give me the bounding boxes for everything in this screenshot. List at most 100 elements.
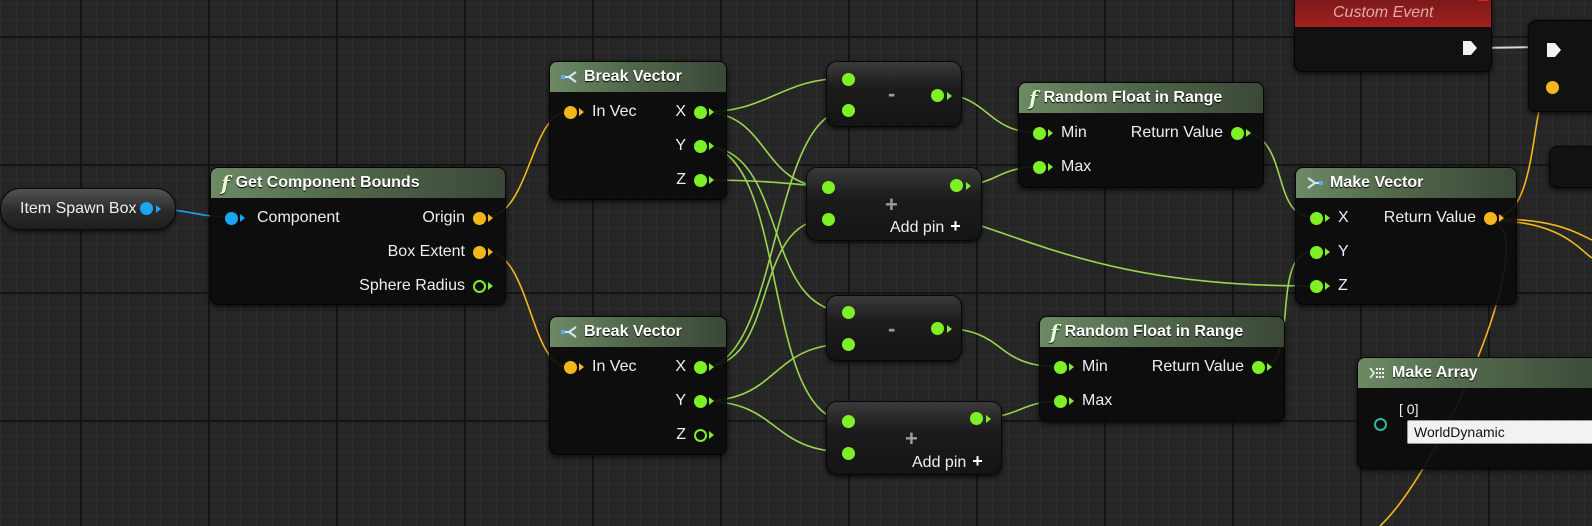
add-top-output-arrow — [966, 182, 971, 190]
make-vector-y-pin[interactable] — [1310, 245, 1323, 259]
add-bottom-node[interactable]: + Add pin + — [826, 401, 1002, 475]
add-top-input-b-pin[interactable] — [822, 213, 835, 226]
break-bottom-y-pin[interactable] — [694, 394, 707, 408]
break-top-x-pin[interactable] — [694, 105, 707, 119]
add-top-node[interactable]: + Add pin + — [806, 167, 982, 241]
break-bottom-z-pin[interactable] — [694, 428, 707, 442]
make-vector-x-arrow — [1325, 214, 1330, 222]
break-bottom-z[interactable]: Z — [676, 426, 714, 444]
component-input[interactable]: Component — [225, 209, 340, 227]
random-bottom-min[interactable]: Min — [1054, 358, 1108, 376]
random-top-return-pin[interactable] — [1231, 126, 1244, 140]
add-top-output-pin[interactable] — [950, 179, 963, 192]
random-float-top-header[interactable]: f Random Float in Range — [1019, 83, 1263, 113]
break-top-x-label: X — [675, 103, 686, 120]
box-extent-output[interactable]: Box Extent — [388, 243, 493, 261]
add-top-input-a-pin[interactable] — [822, 181, 835, 194]
make-array-index-label: [ 0] — [1399, 401, 1419, 417]
random-bottom-min-arrow — [1069, 363, 1074, 371]
offscreen-node-top-right[interactable] — [1528, 20, 1592, 112]
subtract-bottom-input-b-pin[interactable] — [842, 338, 855, 351]
subtract-top-input-b-pin[interactable] — [842, 104, 855, 117]
break-vector-top-node[interactable]: Break Vector In Vec X Y Z — [549, 61, 727, 200]
make-vector-x-pin[interactable] — [1310, 211, 1323, 225]
break-top-y-pin[interactable] — [694, 139, 707, 153]
custom-event-node[interactable]: Custom Event — [1294, 0, 1492, 72]
random-top-min-pin[interactable] — [1033, 126, 1046, 140]
make-vector-y[interactable]: Y — [1310, 243, 1349, 261]
exec-output-pin[interactable] — [1461, 39, 1479, 57]
random-float-bottom-header[interactable]: f Random Float in Range — [1040, 317, 1284, 347]
break-top-in-vec[interactable]: In Vec — [564, 103, 636, 121]
origin-output[interactable]: Origin — [422, 209, 493, 227]
break-bottom-in-vec-pin[interactable] — [564, 360, 577, 374]
add-bottom-output-pin[interactable] — [970, 412, 983, 425]
break-top-x[interactable]: X — [675, 103, 714, 121]
random-bottom-max[interactable]: Max — [1054, 392, 1112, 410]
make-array-header[interactable]: Make Array — [1358, 358, 1592, 388]
random-bottom-return-pin[interactable] — [1252, 360, 1265, 374]
function-icon: f — [1029, 86, 1038, 110]
random-float-bottom-node[interactable]: f Random Float in Range Min Max Return V… — [1039, 316, 1285, 422]
break-top-in-vec-pin[interactable] — [564, 105, 577, 119]
item-spawn-box-node[interactable]: Item Spawn Box — [0, 188, 176, 230]
subtract-bottom-node[interactable]: - — [826, 295, 962, 361]
get-component-bounds-node[interactable]: f Get Component Bounds Component Origin … — [210, 167, 506, 305]
custom-event-header[interactable]: Custom Event — [1295, 0, 1491, 27]
make-vector-return-pin[interactable] — [1484, 211, 1497, 225]
break-top-y[interactable]: Y — [675, 137, 714, 155]
subtract-bottom-input-a-pin[interactable] — [842, 306, 855, 319]
make-vector-return[interactable]: Return Value — [1384, 209, 1504, 227]
item-spawn-box-output-pin[interactable] — [140, 202, 153, 215]
break-top-z[interactable]: Z — [676, 171, 714, 189]
random-top-max[interactable]: Max — [1033, 158, 1091, 176]
add-bottom-input-b-pin[interactable] — [842, 447, 855, 460]
origin-output-arrow — [488, 214, 493, 222]
make-array-node[interactable]: Make Array [ 0] WorldDynamic — [1357, 357, 1592, 469]
subtract-top-node[interactable]: - — [826, 61, 962, 127]
break-bottom-in-vec[interactable]: In Vec — [564, 358, 636, 376]
sphere-radius-output[interactable]: Sphere Radius — [359, 277, 493, 295]
make-vector-node[interactable]: Make Vector X Y Z Return Value — [1295, 167, 1517, 305]
subtract-bottom-output-pin[interactable] — [931, 322, 944, 335]
box-extent-output-pin[interactable] — [473, 245, 486, 259]
random-bottom-max-pin[interactable] — [1054, 394, 1067, 408]
random-bottom-return[interactable]: Return Value — [1152, 358, 1272, 376]
exec-input-pin[interactable] — [1545, 41, 1563, 59]
subtract-top-input-a-pin[interactable] — [842, 73, 855, 86]
origin-label: Origin — [422, 209, 465, 226]
get-component-bounds-title: Get Component Bounds — [235, 174, 420, 191]
break-bottom-y[interactable]: Y — [675, 392, 714, 410]
break-bottom-x-pin[interactable] — [694, 360, 707, 374]
break-vector-top-header[interactable]: Break Vector — [550, 62, 726, 92]
make-vector-x[interactable]: X — [1310, 209, 1349, 227]
random-top-return[interactable]: Return Value — [1131, 124, 1251, 142]
make-vector-z[interactable]: Z — [1310, 277, 1348, 295]
break-bottom-x[interactable]: X — [675, 358, 714, 376]
offscreen-node-vector-pin[interactable] — [1546, 81, 1559, 94]
random-float-top-node[interactable]: f Random Float in Range Min Max Return V… — [1018, 82, 1264, 188]
break-top-x-arrow — [709, 108, 714, 116]
make-vector-z-pin[interactable] — [1310, 279, 1323, 293]
make-vector-header[interactable]: Make Vector — [1296, 168, 1516, 198]
get-component-bounds-header[interactable]: f Get Component Bounds — [211, 168, 505, 198]
sphere-radius-output-pin[interactable] — [473, 279, 486, 293]
add-bottom-add-pin-button[interactable]: Add pin + — [912, 451, 983, 472]
random-top-min[interactable]: Min — [1033, 124, 1087, 142]
add-bottom-input-a-pin[interactable] — [842, 415, 855, 428]
subtract-top-output-pin[interactable] — [931, 89, 944, 102]
make-array-element-pin[interactable] — [1374, 418, 1387, 431]
break-vector-bottom-node[interactable]: Break Vector In Vec X Y Z — [549, 316, 727, 455]
break-vector-bottom-header[interactable]: Break Vector — [550, 317, 726, 347]
function-icon: f — [1050, 320, 1059, 344]
offscreen-node-right[interactable] — [1549, 146, 1592, 188]
random-top-max-pin[interactable] — [1033, 160, 1046, 174]
delegate-pin-icon[interactable] — [1477, 0, 1489, 1]
random-bottom-min-pin[interactable] — [1054, 360, 1067, 374]
add-top-add-pin-button[interactable]: Add pin + — [890, 216, 961, 237]
break-top-z-pin[interactable] — [694, 173, 707, 187]
component-input-pin[interactable] — [225, 211, 238, 225]
plus-icon: + — [972, 451, 983, 471]
make-array-enum-dropdown[interactable]: WorldDynamic — [1407, 420, 1592, 444]
origin-output-pin[interactable] — [473, 211, 486, 225]
